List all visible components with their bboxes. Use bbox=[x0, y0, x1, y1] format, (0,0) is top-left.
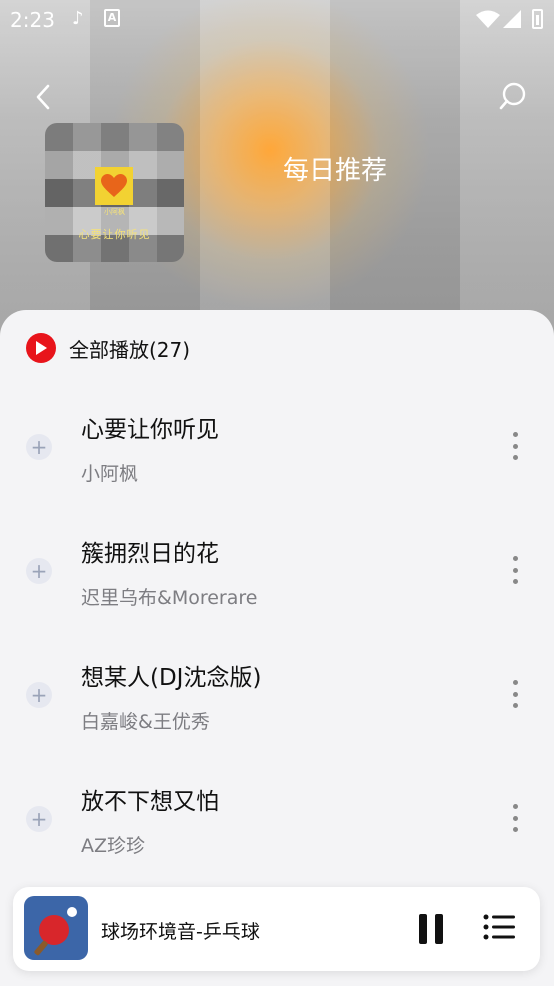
cover-artist: 小阿枫 bbox=[104, 208, 125, 216]
more-vertical-icon[interactable] bbox=[505, 678, 525, 710]
more-vertical-icon[interactable] bbox=[505, 802, 525, 834]
playlist-cover: 小阿枫 心要让你听见 bbox=[45, 123, 184, 262]
play-all-button[interactable]: 全部播放(27) bbox=[26, 333, 190, 363]
more-vertical-icon[interactable] bbox=[505, 554, 525, 586]
song-title: 放不下想又怕 bbox=[81, 789, 219, 815]
plus-icon[interactable]: + bbox=[26, 682, 52, 708]
search-button[interactable] bbox=[495, 78, 531, 114]
song-artist: 迟里乌布&Morerare bbox=[81, 587, 258, 609]
song-row[interactable]: + 想某人(DJ沈念版) 白嘉峻&王优秀 bbox=[0, 640, 554, 750]
status-bar: 2:23 ♪ A bbox=[0, 0, 554, 40]
plus-icon[interactable]: + bbox=[26, 558, 52, 584]
plus-icon[interactable]: + bbox=[26, 434, 52, 460]
play-all-label: 全部播放(27) bbox=[69, 337, 191, 362]
song-title: 心要让你听见 bbox=[81, 417, 219, 443]
song-title: 想某人(DJ沈念版) bbox=[81, 665, 262, 691]
song-row[interactable]: + 放不下想又怕 AZ珍珍 bbox=[0, 764, 554, 874]
play-icon bbox=[26, 333, 56, 363]
music-note-icon: ♪ bbox=[72, 8, 84, 29]
pause-button[interactable] bbox=[419, 914, 443, 944]
signal-icon bbox=[503, 10, 521, 28]
page-title: 每日推荐 bbox=[283, 156, 388, 186]
now-playing-title: 球场环境音-乒乓球 bbox=[101, 921, 260, 943]
plus-icon[interactable]: + bbox=[26, 806, 52, 832]
battery-icon bbox=[532, 9, 543, 29]
song-artist: 白嘉峻&王优秀 bbox=[81, 711, 210, 733]
chevron-left-icon bbox=[36, 84, 50, 110]
song-row[interactable]: + 心要让你听见 小阿枫 bbox=[0, 392, 554, 502]
status-time: 2:23 bbox=[10, 8, 55, 32]
more-vertical-icon[interactable] bbox=[505, 430, 525, 462]
back-button[interactable] bbox=[28, 80, 58, 114]
song-artist: 小阿枫 bbox=[81, 463, 139, 485]
mini-player[interactable]: 球场环境音-乒乓球 bbox=[13, 887, 540, 971]
playlist-icon[interactable] bbox=[483, 913, 515, 941]
wifi-icon bbox=[476, 10, 500, 28]
ping-pong-icon bbox=[24, 896, 88, 960]
a-notification-icon: A bbox=[104, 9, 120, 27]
search-icon bbox=[499, 82, 526, 110]
song-artist: AZ珍珍 bbox=[81, 835, 146, 857]
cover-title: 心要让你听见 bbox=[78, 228, 151, 241]
song-row[interactable]: + 簇拥烈日的花 迟里乌布&Morerare bbox=[0, 516, 554, 626]
heart-icon bbox=[95, 167, 133, 205]
song-title: 簇拥烈日的花 bbox=[81, 541, 219, 567]
